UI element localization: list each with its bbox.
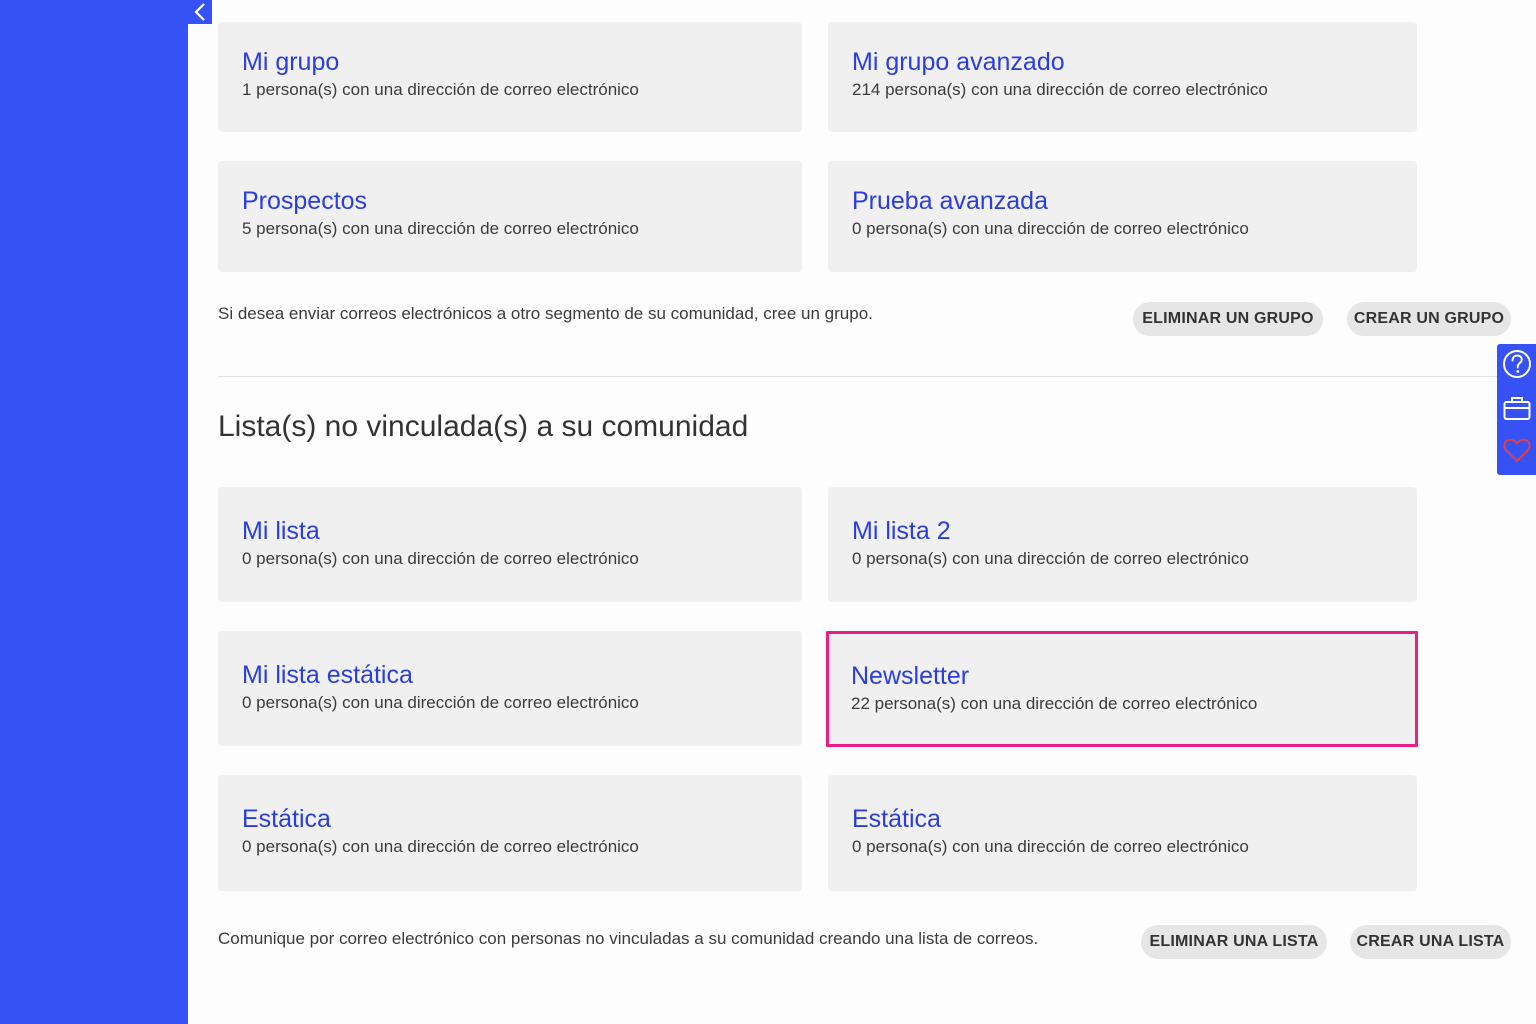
group-card-subtitle: 1 persona(s) con una dirección de correo… <box>242 80 639 99</box>
group-card-subtitle: 214 persona(s) con una dirección de corr… <box>852 80 1268 99</box>
create-group-button[interactable]: CREAR UN GRUPO <box>1347 302 1511 336</box>
list-card[interactable]: Mi lista 2 0 persona(s) con una direcció… <box>828 487 1417 602</box>
group-card[interactable]: Mi grupo 1 persona(s) con una dirección … <box>218 22 802 132</box>
collapse-sidebar-button[interactable] <box>188 0 212 24</box>
sidebar <box>0 0 188 1024</box>
list-card-title[interactable]: Newsletter <box>851 661 1393 691</box>
favorite-button[interactable] <box>1501 434 1533 466</box>
list-card-title[interactable]: Mi lista <box>242 516 778 546</box>
list-card-subtitle: 22 persona(s) con una dirección de corre… <box>851 694 1258 713</box>
list-card-title[interactable]: Estática <box>242 804 778 834</box>
lists-section-title: Lista(s) no vinculada(s) a su comunidad <box>218 410 749 443</box>
group-card-title[interactable]: Mi grupo avanzado <box>852 47 1393 77</box>
section-divider <box>218 376 1498 377</box>
group-card-subtitle: 5 persona(s) con una dirección de correo… <box>242 219 639 238</box>
list-card-title[interactable]: Mi lista 2 <box>852 516 1393 546</box>
toolbox-button[interactable] <box>1501 392 1533 424</box>
help-button[interactable] <box>1501 348 1533 380</box>
list-card-subtitle: 0 persona(s) con una dirección de correo… <box>852 837 1249 856</box>
group-card[interactable]: Prospectos 5 persona(s) con una direcció… <box>218 161 802 272</box>
side-widget <box>1497 344 1536 475</box>
help-circle-icon <box>1503 350 1531 378</box>
group-card-title[interactable]: Mi grupo <box>242 47 778 77</box>
delete-group-button[interactable]: ELIMINAR UN GRUPO <box>1133 302 1323 336</box>
group-card-title[interactable]: Prueba avanzada <box>852 186 1393 216</box>
list-card-subtitle: 0 persona(s) con una dirección de correo… <box>242 693 639 712</box>
list-card[interactable]: Estática 0 persona(s) con una dirección … <box>218 775 802 891</box>
heart-icon <box>1503 438 1531 463</box>
group-card-title[interactable]: Prospectos <box>242 186 778 216</box>
list-card-subtitle: 0 persona(s) con una dirección de correo… <box>242 549 639 568</box>
list-card-title[interactable]: Estática <box>852 804 1393 834</box>
create-list-button[interactable]: CREAR UNA LISTA <box>1350 925 1511 959</box>
list-card-newsletter[interactable]: Newsletter 22 persona(s) con una direcci… <box>826 631 1418 747</box>
list-card[interactable]: Estática 0 persona(s) con una dirección … <box>828 775 1417 891</box>
list-card-title[interactable]: Mi lista estática <box>242 660 778 690</box>
group-card[interactable]: Prueba avanzada 0 persona(s) con una dir… <box>828 161 1417 272</box>
lists-help-text: Comunique por correo electrónico con per… <box>218 929 1039 948</box>
delete-list-button[interactable]: ELIMINAR UNA LISTA <box>1141 925 1327 959</box>
list-card[interactable]: Mi lista 0 persona(s) con una dirección … <box>218 487 802 602</box>
list-card-subtitle: 0 persona(s) con una dirección de correo… <box>852 549 1249 568</box>
chevron-left-icon <box>194 3 205 21</box>
group-card[interactable]: Mi grupo avanzado 214 persona(s) con una… <box>828 22 1417 132</box>
list-card-subtitle: 0 persona(s) con una dirección de correo… <box>242 837 639 856</box>
list-card[interactable]: Mi lista estática 0 persona(s) con una d… <box>218 631 802 746</box>
groups-help-text: Si desea enviar correos electrónicos a o… <box>218 304 873 323</box>
group-card-subtitle: 0 persona(s) con una dirección de correo… <box>852 219 1249 238</box>
toolbox-icon <box>1503 397 1531 420</box>
